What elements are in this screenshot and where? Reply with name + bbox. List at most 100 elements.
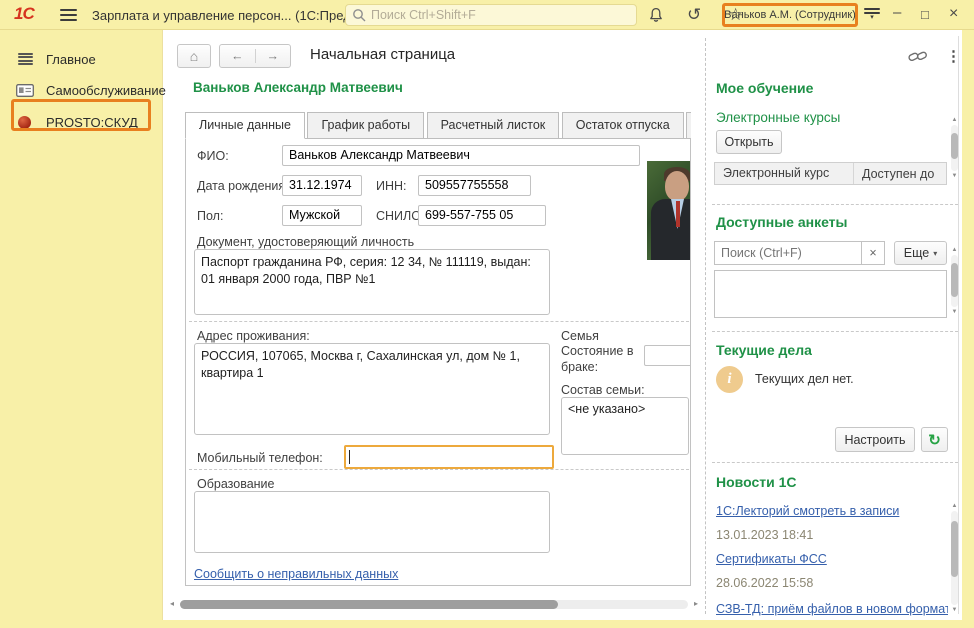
page-title: Начальная страница — [310, 46, 455, 63]
marital-status-label: Состояние в браке: — [561, 343, 643, 376]
hscroll-left-arrow[interactable]: ◂ — [170, 599, 174, 608]
main-section-icon — [18, 53, 33, 65]
horizontal-scrollbar[interactable] — [180, 600, 688, 609]
window-frame-right — [962, 30, 974, 628]
fio-label: ФИО: — [197, 149, 229, 163]
minimize-button[interactable]: – — [893, 3, 901, 23]
more-actions-label: Еще — [904, 246, 929, 260]
current-user-label: Ваньков А.М. (Сотрудник) — [724, 9, 856, 21]
more-actions-button[interactable]: Еще ▾ — [894, 241, 947, 265]
open-course-button[interactable]: Открыть — [716, 130, 782, 154]
marital-status-field[interactable] — [644, 345, 691, 366]
family-header: Семья — [561, 329, 599, 343]
section-divider — [712, 462, 958, 463]
close-button[interactable]: × — [949, 4, 958, 24]
titlebar: 1С Зарплата и управление персон... (1С:П… — [0, 0, 974, 30]
snils-field[interactable]: 699-557-755 05 — [418, 205, 546, 226]
profile-tabs: Личные данные График работы Расчетный ли… — [185, 112, 691, 139]
identity-document-header: Документ, удостоверяющий личность — [197, 235, 414, 249]
tab-vacation-balance[interactable]: Остаток отпуска — [562, 112, 684, 139]
service-menu-icon[interactable]: ▾ — [864, 8, 880, 21]
maximize-button[interactable]: □ — [921, 5, 929, 25]
tab-work-schedule[interactable]: График работы — [307, 112, 424, 139]
report-incorrect-data-link[interactable]: Сообщить о неправильных данных — [194, 567, 398, 581]
hscroll-right-arrow[interactable]: ▸ — [694, 599, 698, 608]
notifications-bell-icon[interactable] — [648, 7, 664, 23]
1c-logo: 1С — [14, 4, 34, 24]
right-panel-border — [958, 36, 959, 614]
clear-search-button[interactable]: × — [861, 241, 885, 265]
address-field[interactable]: РОССИЯ, 107065, Москва г, Сахалинская ул… — [194, 343, 550, 435]
refresh-icon: ↻ — [928, 431, 941, 449]
forward-button[interactable]: → — [256, 49, 291, 63]
inn-label: ИНН: — [376, 179, 407, 193]
available-until-column-header[interactable]: Доступен до — [854, 167, 934, 181]
refresh-button[interactable]: ↻ — [921, 427, 948, 452]
todo-header: Текущие дела — [716, 342, 812, 358]
news-item-date: 28.06.2022 15:58 — [716, 576, 813, 590]
snils-label: СНИЛС: — [376, 209, 424, 223]
news-item-link[interactable]: СЗВ-ТД: приём файлов в новом формате — [716, 602, 948, 616]
surveys-search-box[interactable] — [714, 241, 862, 265]
section-divider — [712, 204, 958, 205]
family-members-field[interactable]: <не указано> — [561, 397, 689, 455]
course-column-header[interactable]: Электронный курс — [715, 163, 854, 184]
gender-label: Пол: — [197, 209, 223, 223]
ecourses-subheader: Электронные курсы — [716, 110, 840, 125]
sidebar-item-main[interactable]: Главное — [0, 44, 163, 74]
back-button[interactable]: ← — [220, 49, 256, 63]
mobile-phone-field-focused[interactable] — [344, 445, 554, 469]
back-icon: ← — [231, 49, 244, 63]
search-icon — [352, 8, 366, 22]
get-link-icon[interactable] — [908, 49, 928, 64]
main-menu-icon[interactable] — [60, 9, 77, 21]
sidebar-item-selfservice[interactable]: Самообслуживание — [0, 75, 163, 105]
home-icon: ⌂ — [190, 48, 198, 64]
section-divider — [189, 321, 689, 322]
news-item-link[interactable]: Сертификаты ФСС — [716, 552, 827, 566]
news-item-date: 13.01.2023 18:41 — [716, 528, 813, 542]
surveys-list[interactable] — [714, 270, 947, 318]
personal-data-panel: ФИО: Ваньков Александр Матвеевич Дата ро… — [185, 138, 691, 586]
sidebar-item-label: Главное — [46, 52, 96, 67]
fio-field[interactable]: Ваньков Александр Матвеевич — [282, 145, 640, 166]
surveys-header: Доступные анкеты — [716, 214, 848, 230]
global-search[interactable] — [345, 4, 637, 26]
current-user-badge[interactable]: Ваньков А.М. (Сотрудник) — [722, 3, 858, 27]
education-header: Образование — [197, 477, 274, 491]
text-caret — [349, 450, 350, 464]
sidebar-item-label: Самообслуживание — [46, 83, 166, 98]
gender-field[interactable]: Мужской — [282, 205, 362, 226]
tab-personal-data[interactable]: Личные данные — [185, 112, 305, 139]
education-field[interactable] — [194, 491, 550, 553]
inn-field[interactable]: 509557755558 — [418, 175, 531, 196]
history-nav-group: ← → — [219, 44, 291, 68]
tab-individual[interactable]: Индивидуальные — [686, 112, 691, 139]
window-frame-bottom — [0, 620, 974, 628]
sidebar-item-label: PROSTO:СКУД — [46, 115, 138, 130]
configure-button[interactable]: Настроить — [835, 427, 915, 452]
courses-table-header: Электронный курс Доступен до — [714, 162, 947, 185]
section-divider — [712, 331, 958, 332]
sidebar-item-prosto-skud[interactable]: PROSTO:СКУД — [0, 107, 163, 137]
application-window: 1С Зарплата и управление персон... (1С:П… — [0, 0, 974, 628]
dropdown-arrow-icon: ▾ — [933, 249, 937, 258]
prosto-skud-icon — [18, 116, 31, 129]
birthdate-label: Дата рождения: — [197, 179, 289, 193]
news-item-link[interactable]: 1С:Лекторий смотреть в записи — [716, 504, 899, 518]
identity-document-field[interactable]: Паспорт гражданина РФ, серия: 12 34, № 1… — [194, 249, 550, 315]
hscroll-thumb[interactable] — [180, 600, 558, 609]
id-card-icon — [16, 84, 34, 97]
surveys-search-input[interactable] — [721, 246, 855, 260]
mobile-phone-label: Мобильный телефон: — [197, 451, 323, 465]
tab-payslip[interactable]: Расчетный листок — [427, 112, 560, 139]
panel-splitter[interactable] — [705, 38, 706, 614]
home-button[interactable]: ⌂ — [177, 44, 211, 68]
search-input[interactable] — [371, 8, 630, 22]
family-members-label: Состав семьи: — [561, 383, 645, 397]
sidebar: Главное Самообслуживание PROSTO:СКУД — [0, 30, 163, 620]
birthdate-field[interactable]: 31.12.1974 — [282, 175, 362, 196]
address-label: Адрес проживания: — [197, 329, 310, 343]
history-icon[interactable]: ↺ — [687, 5, 701, 25]
my-training-header: Мое обучение — [716, 80, 813, 96]
